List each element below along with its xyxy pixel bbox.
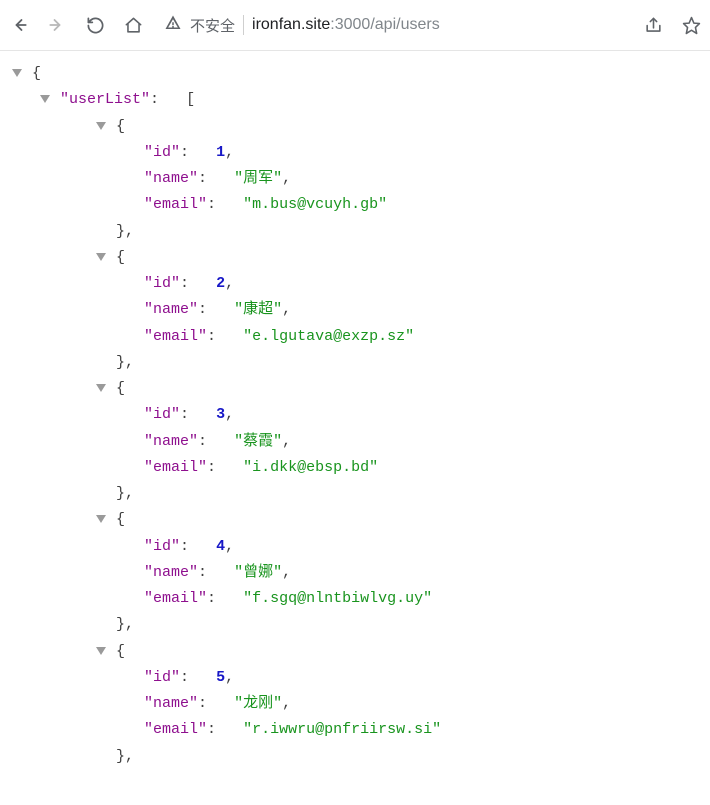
json-object-close[interactable]: }, xyxy=(10,219,702,245)
json-userlist-open[interactable]: "userList": [ xyxy=(10,87,702,113)
arrow-left-icon xyxy=(9,15,29,35)
share-icon xyxy=(644,16,663,35)
json-value: "e.lgutava@exzp.sz" xyxy=(243,324,414,350)
json-value: "f.sgq@nlntbiwlvg.uy" xyxy=(243,586,432,612)
json-key: userList xyxy=(69,91,141,108)
json-row-id[interactable]: "id": 1, xyxy=(10,140,702,166)
json-row-email[interactable]: "email": "e.lgutava@exzp.sz" xyxy=(10,324,702,350)
json-object-close[interactable]: }, xyxy=(10,744,702,770)
json-value: "周军" xyxy=(234,166,282,192)
chevron-down-icon[interactable] xyxy=(94,253,108,263)
chevron-down-icon[interactable] xyxy=(38,95,52,105)
json-object-open[interactable]: { xyxy=(10,507,702,533)
share-button[interactable] xyxy=(640,12,666,38)
json-object-close[interactable]: }, xyxy=(10,612,702,638)
arrow-right-icon xyxy=(47,15,67,35)
json-object-open[interactable]: { xyxy=(10,245,702,271)
json-viewer: { "userList": [ { "id": 1, "name": "周军",… xyxy=(0,51,710,774)
json-object-close[interactable]: }, xyxy=(10,350,702,376)
chevron-down-icon[interactable] xyxy=(94,647,108,657)
json-value: 5 xyxy=(216,665,225,691)
url-path: /api/users xyxy=(370,16,439,33)
security-label: 不安全 xyxy=(190,15,235,36)
json-row-id[interactable]: "id": 5, xyxy=(10,665,702,691)
chevron-down-icon[interactable] xyxy=(10,69,24,79)
json-row-id[interactable]: "id": 3, xyxy=(10,402,702,428)
json-value: 3 xyxy=(216,402,225,428)
json-value: "蔡霞" xyxy=(234,429,282,455)
json-value: "康超" xyxy=(234,297,282,323)
chevron-down-icon[interactable] xyxy=(94,122,108,132)
json-row-id[interactable]: "id": 4, xyxy=(10,534,702,560)
address-bar[interactable]: 不安全 ironfan.site:3000/api/users xyxy=(158,14,628,36)
json-value: "r.iwwru@pnfriirsw.si" xyxy=(243,717,441,743)
json-value: 1 xyxy=(216,140,225,166)
json-row-email[interactable]: "email": "f.sgq@nlntbiwlvg.uy" xyxy=(10,586,702,612)
star-icon xyxy=(682,16,701,35)
json-value: 4 xyxy=(216,534,225,560)
home-icon xyxy=(124,16,143,35)
json-row-email[interactable]: "email": "r.iwwru@pnfriirsw.si" xyxy=(10,717,702,743)
reload-icon xyxy=(86,16,105,35)
chevron-down-icon[interactable] xyxy=(94,515,108,525)
bookmark-button[interactable] xyxy=(678,12,704,38)
json-row-name[interactable]: "name": "龙刚", xyxy=(10,691,702,717)
forward-button[interactable] xyxy=(44,12,70,38)
json-row-name[interactable]: "name": "曾娜", xyxy=(10,560,702,586)
json-value: "i.dkk@ebsp.bd" xyxy=(243,455,378,481)
json-object-open[interactable]: { xyxy=(10,114,702,140)
json-row-id[interactable]: "id": 2, xyxy=(10,271,702,297)
json-object-close[interactable]: }, xyxy=(10,481,702,507)
json-row-email[interactable]: "email": "i.dkk@ebsp.bd" xyxy=(10,455,702,481)
reload-button[interactable] xyxy=(82,12,108,38)
json-row-name[interactable]: "name": "康超", xyxy=(10,297,702,323)
url-text: ironfan.site:3000/api/users xyxy=(252,16,440,34)
json-root-open[interactable]: { xyxy=(10,61,702,87)
url-port: :3000 xyxy=(330,16,370,33)
security-warning-icon xyxy=(164,14,182,36)
json-row-email[interactable]: "email": "m.bus@vcuyh.gb" xyxy=(10,192,702,218)
json-row-name[interactable]: "name": "周军", xyxy=(10,166,702,192)
back-button[interactable] xyxy=(6,12,32,38)
json-value: 2 xyxy=(216,271,225,297)
json-value: "曾娜" xyxy=(234,560,282,586)
url-host: ironfan.site xyxy=(252,16,330,33)
json-value: "龙刚" xyxy=(234,691,282,717)
json-object-open[interactable]: { xyxy=(10,639,702,665)
json-row-name[interactable]: "name": "蔡霞", xyxy=(10,429,702,455)
json-value: "m.bus@vcuyh.gb" xyxy=(243,192,387,218)
chevron-down-icon[interactable] xyxy=(94,384,108,394)
address-divider xyxy=(243,15,244,35)
home-button[interactable] xyxy=(120,12,146,38)
browser-toolbar: 不安全 ironfan.site:3000/api/users xyxy=(0,0,710,51)
json-object-open[interactable]: { xyxy=(10,376,702,402)
